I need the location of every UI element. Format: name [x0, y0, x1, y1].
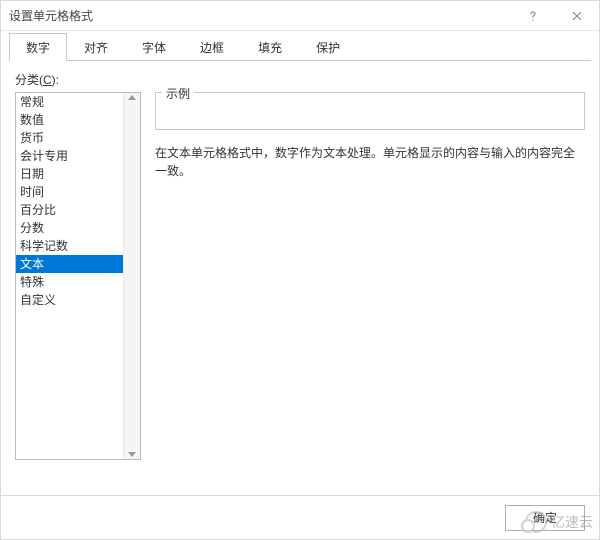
category-description: 在文本单元格格式中，数字作为文本处理。单元格显示的内容与输入的内容完全一致。 — [155, 144, 585, 180]
sample-label: 示例 — [162, 85, 194, 102]
category-list-items: 常规 数值 货币 会计专用 日期 时间 百分比 分数 科学记数 文本 特殊 自定… — [16, 93, 123, 459]
body-columns: 常规 数值 货币 会计专用 日期 时间 百分比 分数 科学记数 文本 特殊 自定… — [15, 92, 585, 485]
detail-pane: 示例 在文本单元格格式中，数字作为文本处理。单元格显示的内容与输入的内容完全一致… — [155, 92, 585, 485]
watermark-text: 亿速云 — [551, 512, 593, 532]
close-icon[interactable] — [555, 1, 599, 31]
window-title: 设置单元格格式 — [9, 7, 511, 24]
list-item[interactable]: 日期 — [16, 165, 123, 183]
list-item[interactable]: 文本 — [16, 255, 123, 273]
list-item[interactable]: 货币 — [16, 129, 123, 147]
tab-label: 对齐 — [84, 41, 108, 55]
list-item[interactable]: 会计专用 — [16, 147, 123, 165]
dialog-body: 分类(C): 常规 数值 货币 会计专用 日期 时间 百分比 分数 科学记数 文… — [1, 61, 599, 495]
tab-fill[interactable]: 填充 — [241, 33, 299, 61]
list-item[interactable]: 分数 — [16, 219, 123, 237]
scroll-down-icon[interactable] — [128, 452, 136, 457]
list-item[interactable]: 科学记数 — [16, 237, 123, 255]
sample-group: 示例 — [155, 92, 585, 130]
window-controls — [511, 1, 599, 31]
tab-label: 字体 — [142, 41, 166, 55]
tab-label: 数字 — [26, 41, 50, 55]
list-item[interactable]: 时间 — [16, 183, 123, 201]
tab-border[interactable]: 边框 — [183, 33, 241, 61]
tab-label: 保护 — [316, 41, 340, 55]
tab-label: 边框 — [200, 41, 224, 55]
tab-font[interactable]: 字体 — [125, 33, 183, 61]
list-item[interactable]: 自定义 — [16, 291, 123, 309]
cloud-icon — [525, 511, 547, 533]
listbox-scrollbar[interactable] — [123, 93, 140, 459]
watermark: 亿速云 — [525, 511, 593, 533]
tab-number[interactable]: 数字 — [9, 33, 67, 61]
tab-protection[interactable]: 保护 — [299, 33, 357, 61]
tab-alignment[interactable]: 对齐 — [67, 33, 125, 61]
list-item[interactable]: 百分比 — [16, 201, 123, 219]
tab-label: 填充 — [258, 41, 282, 55]
list-item[interactable]: 特殊 — [16, 273, 123, 291]
help-icon[interactable] — [511, 1, 555, 31]
category-label: 分类(C): — [15, 71, 585, 88]
format-cells-dialog: 设置单元格格式 数字 对齐 字体 边框 填充 保护 分类(C): 常规 — [0, 0, 600, 540]
button-bar: 确定 — [1, 495, 599, 539]
title-bar: 设置单元格格式 — [1, 1, 599, 31]
scroll-up-icon[interactable] — [128, 95, 136, 100]
category-listbox[interactable]: 常规 数值 货币 会计专用 日期 时间 百分比 分数 科学记数 文本 特殊 自定… — [15, 92, 141, 460]
list-item[interactable]: 常规 — [16, 93, 123, 111]
tab-strip: 数字 对齐 字体 边框 填充 保护 — [1, 31, 599, 61]
list-item[interactable]: 数值 — [16, 111, 123, 129]
